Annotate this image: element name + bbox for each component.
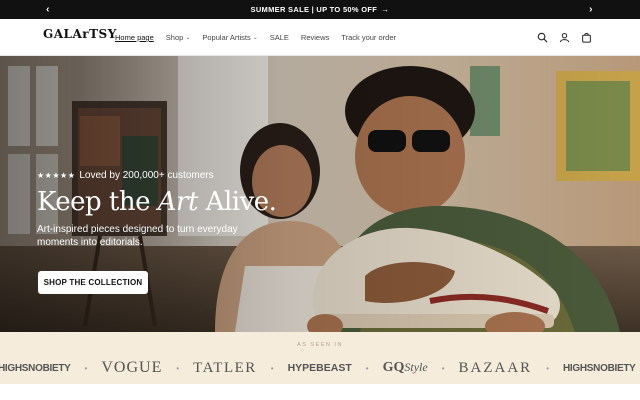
headline-pre: Keep the xyxy=(37,187,158,217)
shop-collection-button[interactable]: SHOP THE COLLECTION xyxy=(38,271,148,294)
hero-banner: ★★★★★ Loved by 200,000+ customers Keep t… xyxy=(0,56,640,332)
press-logos: HIGHSNOBIETY • VOGUE • TATLER • HYPEBEAS… xyxy=(0,358,640,378)
star-icon: ★★★★★ xyxy=(37,171,76,180)
search-icon[interactable] xyxy=(536,32,548,44)
press-logo-hypebeast: HYPEBEAST xyxy=(287,362,352,374)
site-logo[interactable]: GALArTSY xyxy=(43,27,117,41)
hero-subtext: Art-inspired pieces designed to turn eve… xyxy=(37,224,238,248)
nav-label: Shop xyxy=(165,33,184,42)
separator-dot: • xyxy=(84,363,88,373)
rating: ★★★★★ Loved by 200,000+ customers xyxy=(37,170,277,181)
press-section: AS SEEN IN HIGHSNOBIETY • VOGUE • TATLER… xyxy=(0,332,640,384)
nav-reviews[interactable]: Reviews xyxy=(301,33,329,42)
headline-post: Alive. xyxy=(197,187,277,217)
announcement-text[interactable]: SUMMER SALE | UP TO 50% OFF xyxy=(251,5,378,14)
nav-label: Home page xyxy=(115,33,154,42)
separator-dot: • xyxy=(546,363,549,373)
nav-sale[interactable]: SALE xyxy=(270,33,289,42)
gq-text: GQ xyxy=(382,360,405,375)
separator-dot: • xyxy=(176,363,180,373)
announcement-bar: ‹ SUMMER SALE | UP TO 50% OFF → › xyxy=(0,0,640,19)
page-bottom xyxy=(0,384,640,400)
separator-dot: • xyxy=(270,363,274,373)
cart-icon[interactable] xyxy=(580,32,592,44)
press-logo-vogue: VOGUE xyxy=(101,359,163,376)
nav-label: SALE xyxy=(269,33,289,42)
chevron-left-icon[interactable]: ‹ xyxy=(40,0,56,19)
press-logo-gq-style: GQStyle xyxy=(383,360,428,376)
nav-label: Track your order xyxy=(341,33,397,42)
nav-label: Popular Artists xyxy=(202,33,251,42)
press-logo-highsnobiety: HIGHSNOBIETY xyxy=(0,362,71,374)
press-logo-tatler: TATLER xyxy=(193,359,257,376)
nav-shop[interactable]: Shop ⌄ xyxy=(166,33,191,42)
nav-home-page[interactable]: Home page xyxy=(115,33,154,42)
press-logo-highsnobiety: HIGHSNOBIETY xyxy=(563,362,636,374)
press-logo-bazaar: BAZAAR xyxy=(458,359,533,376)
separator-dot: • xyxy=(441,363,445,373)
hero-headline: Keep the Art Alive. xyxy=(37,189,277,215)
chevron-down-icon: ⌄ xyxy=(185,35,191,41)
press-label: AS SEEN IN xyxy=(297,342,343,348)
arrow-right-icon: → xyxy=(381,5,390,14)
logo-text: GALArTSY xyxy=(43,27,117,41)
header-icons xyxy=(536,19,592,56)
style-text: Style xyxy=(404,360,428,374)
nav-popular-artists[interactable]: Popular Artists ⌄ xyxy=(202,33,257,42)
headline-italic: Art xyxy=(157,187,199,217)
separator-dot: • xyxy=(365,363,369,373)
site-header: GALArTSY Home page Shop ⌄ Popular Artist… xyxy=(0,19,640,56)
main-nav: Home page Shop ⌄ Popular Artists ⌄ SALE … xyxy=(115,19,396,56)
nav-track-order[interactable]: Track your order xyxy=(341,33,396,42)
rating-text: Loved by 200,000+ customers xyxy=(79,170,214,181)
hero-text-block: ★★★★★ Loved by 200,000+ customers Keep t… xyxy=(37,170,277,249)
chevron-right-icon[interactable]: › xyxy=(583,0,599,19)
nav-label: Reviews xyxy=(300,33,330,42)
account-icon[interactable] xyxy=(558,32,570,44)
chevron-down-icon: ⌄ xyxy=(252,35,258,41)
